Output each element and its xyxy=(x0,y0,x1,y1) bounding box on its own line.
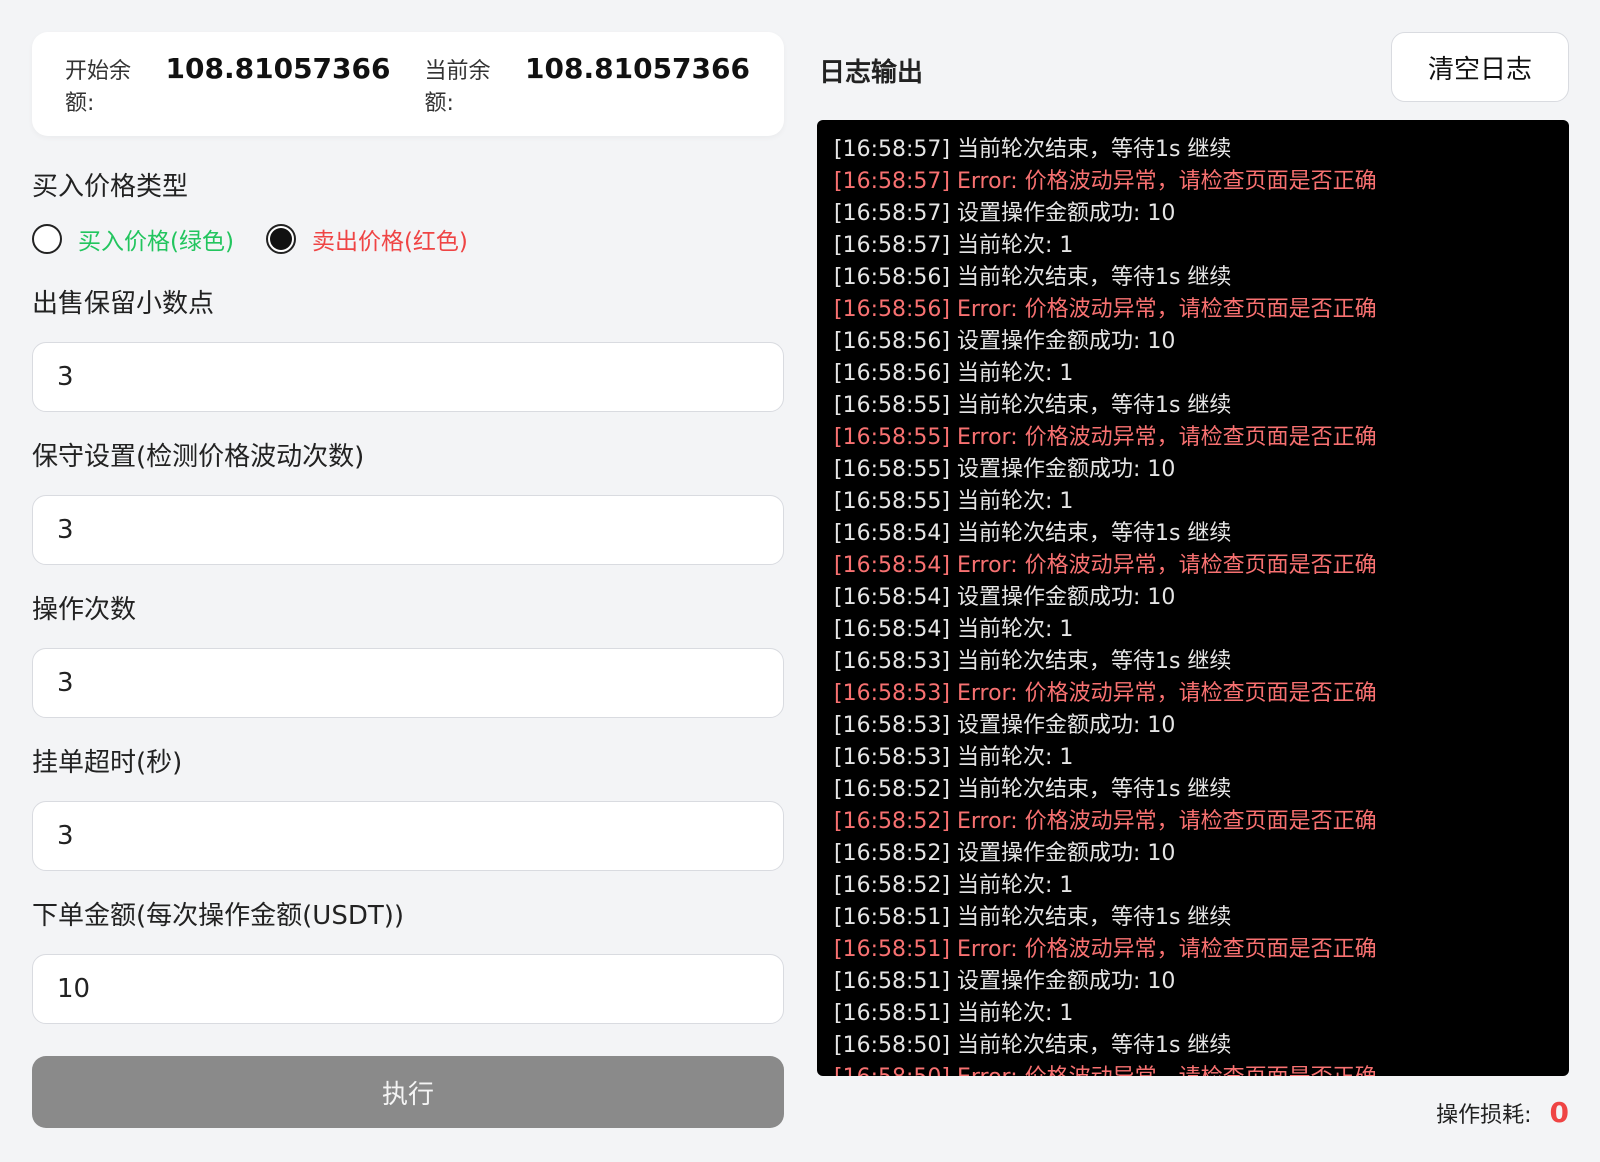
timeout-input[interactable] xyxy=(32,801,784,871)
log-line: [16:58:52] 当前轮次: 1 xyxy=(834,873,1074,898)
log-line: [16:58:51] 设置操作金额成功: 10 xyxy=(834,969,1176,994)
radio-buy-price-label[interactable]: 买入价格(绿色) xyxy=(78,222,234,256)
start-balance: 开始余额: 108.81057366 xyxy=(65,52,391,117)
log-line-error: [16:58:52] Error: 价格波动异常，请检查页面是否正确 xyxy=(834,809,1377,834)
log-output[interactable]: [16:58:57] 当前轮次结束，等待1s 继续 [16:58:57] Erro… xyxy=(817,120,1569,1076)
log-line: [16:58:57] 当前轮次结束，等待1s 继续 xyxy=(834,137,1232,162)
log-line-error: [16:58:56] Error: 价格波动异常，请检查页面是否正确 xyxy=(834,297,1377,322)
radio-checked-dot xyxy=(269,228,292,250)
conservative-input[interactable] xyxy=(32,495,784,565)
log-panel: 日志输出 清空日志 [16:58:57] 当前轮次结束，等待1s 继续 [16:5… xyxy=(817,32,1569,1129)
log-line: [16:58:51] 当前轮次结束，等待1s 继续 xyxy=(834,905,1232,930)
operation-cost: 操作损耗: 0 xyxy=(1436,1096,1569,1129)
log-line: [16:58:55] 当前轮次结束，等待1s 继续 xyxy=(834,393,1232,418)
balance-card: 开始余额: 108.81057366 当前余额: 108.81057366 xyxy=(32,32,784,136)
operations-label: 操作次数 xyxy=(32,595,137,625)
conservative-label: 保守设置(检测价格波动次数) xyxy=(32,442,365,472)
log-line-error: [16:58:55] Error: 价格波动异常，请检查页面是否正确 xyxy=(834,425,1377,450)
radio-buy-price[interactable]: 买入价格(绿色) xyxy=(32,222,234,256)
log-title: 日志输出 xyxy=(819,58,924,88)
operation-cost-label: 操作损耗: xyxy=(1436,1103,1532,1128)
log-line-error: [16:58:53] Error: 价格波动异常，请检查页面是否正确 xyxy=(834,681,1377,706)
conservative-field: 保守设置(检测价格波动次数) xyxy=(32,436,784,565)
buy-price-type-section: 买入价格类型 买入价格(绿色) 卖出价格(红色) xyxy=(32,166,784,257)
log-line: [16:58:57] 设置操作金额成功: 10 xyxy=(834,201,1176,226)
amount-label: 下单金额(每次操作金额(USDT)) xyxy=(32,901,405,931)
log-line-error: [16:58:57] Error: 价格波动异常，请检查页面是否正确 xyxy=(834,169,1377,194)
log-line: [16:58:57] 当前轮次: 1 xyxy=(834,233,1074,258)
amount-input[interactable] xyxy=(32,954,784,1024)
current-balance-value: 108.81057366 xyxy=(525,51,750,85)
current-balance-label: 当前余额: xyxy=(424,58,491,116)
log-line: [16:58:53] 当前轮次: 1 xyxy=(834,745,1074,770)
log-line: [16:58:56] 当前轮次: 1 xyxy=(834,361,1074,386)
buy-price-type-radio-group: 买入价格(绿色) 卖出价格(红色) xyxy=(32,221,784,257)
execute-button[interactable]: 执行 xyxy=(32,1056,784,1128)
log-line: [16:58:50] 当前轮次结束，等待1s 继续 xyxy=(834,1033,1232,1058)
operation-cost-value: 0 xyxy=(1549,1096,1569,1129)
log-line: [16:58:56] 当前轮次结束，等待1s 继续 xyxy=(834,265,1232,290)
log-line: [16:58:54] 当前轮次: 1 xyxy=(834,617,1074,642)
log-line-error: [16:58:54] Error: 价格波动异常，请检查页面是否正确 xyxy=(834,553,1377,578)
clear-log-button[interactable]: 清空日志 xyxy=(1391,32,1569,102)
radio-sell-price[interactable]: 卖出价格(红色) xyxy=(265,222,468,256)
log-line: [16:58:52] 设置操作金额成功: 10 xyxy=(834,841,1176,866)
current-balance: 当前余额: 108.81057366 xyxy=(425,52,751,117)
timeout-field: 挂单超时(秒) xyxy=(32,742,784,871)
log-line: [16:58:52] 当前轮次结束，等待1s 继续 xyxy=(834,777,1232,802)
start-balance-value: 108.81057366 xyxy=(165,51,391,85)
settings-panel: 开始余额: 108.81057366 当前余额: 108.81057366 买入… xyxy=(32,32,784,1128)
log-line: [16:58:55] 当前轮次: 1 xyxy=(834,489,1074,514)
radio-buy-price-circle[interactable] xyxy=(32,224,62,254)
radio-sell-price-circle[interactable] xyxy=(265,224,296,254)
timeout-label: 挂单超时(秒) xyxy=(32,748,183,778)
log-line: [16:58:54] 当前轮次结束，等待1s 继续 xyxy=(834,521,1232,546)
operations-input[interactable] xyxy=(32,648,784,718)
start-balance-label: 开始余额: xyxy=(65,58,132,116)
log-header: 日志输出 清空日志 xyxy=(817,32,1569,104)
log-line: [16:58:55] 设置操作金额成功: 10 xyxy=(834,457,1176,482)
log-line: [16:58:51] 当前轮次: 1 xyxy=(834,1001,1074,1026)
buy-price-type-label: 买入价格类型 xyxy=(32,172,189,202)
log-line: [16:58:54] 设置操作金额成功: 10 xyxy=(834,585,1176,610)
log-line: [16:58:53] 设置操作金额成功: 10 xyxy=(834,713,1176,738)
decimals-input[interactable] xyxy=(32,342,784,412)
log-line-error: [16:58:50] Error: 价格波动异常，请检查页面是否正确 xyxy=(834,1062,1569,1076)
operations-field: 操作次数 xyxy=(32,589,784,718)
amount-field: 下单金额(每次操作金额(USDT)) xyxy=(32,895,784,1024)
decimals-field: 出售保留小数点 xyxy=(32,283,784,412)
log-line-error: [16:58:51] Error: 价格波动异常，请检查页面是否正确 xyxy=(834,937,1377,962)
decimals-label: 出售保留小数点 xyxy=(32,289,215,319)
radio-sell-price-label[interactable]: 卖出价格(红色) xyxy=(312,222,468,256)
log-line: [16:58:56] 设置操作金额成功: 10 xyxy=(834,329,1176,354)
log-line: [16:58:53] 当前轮次结束，等待1s 继续 xyxy=(834,649,1232,674)
